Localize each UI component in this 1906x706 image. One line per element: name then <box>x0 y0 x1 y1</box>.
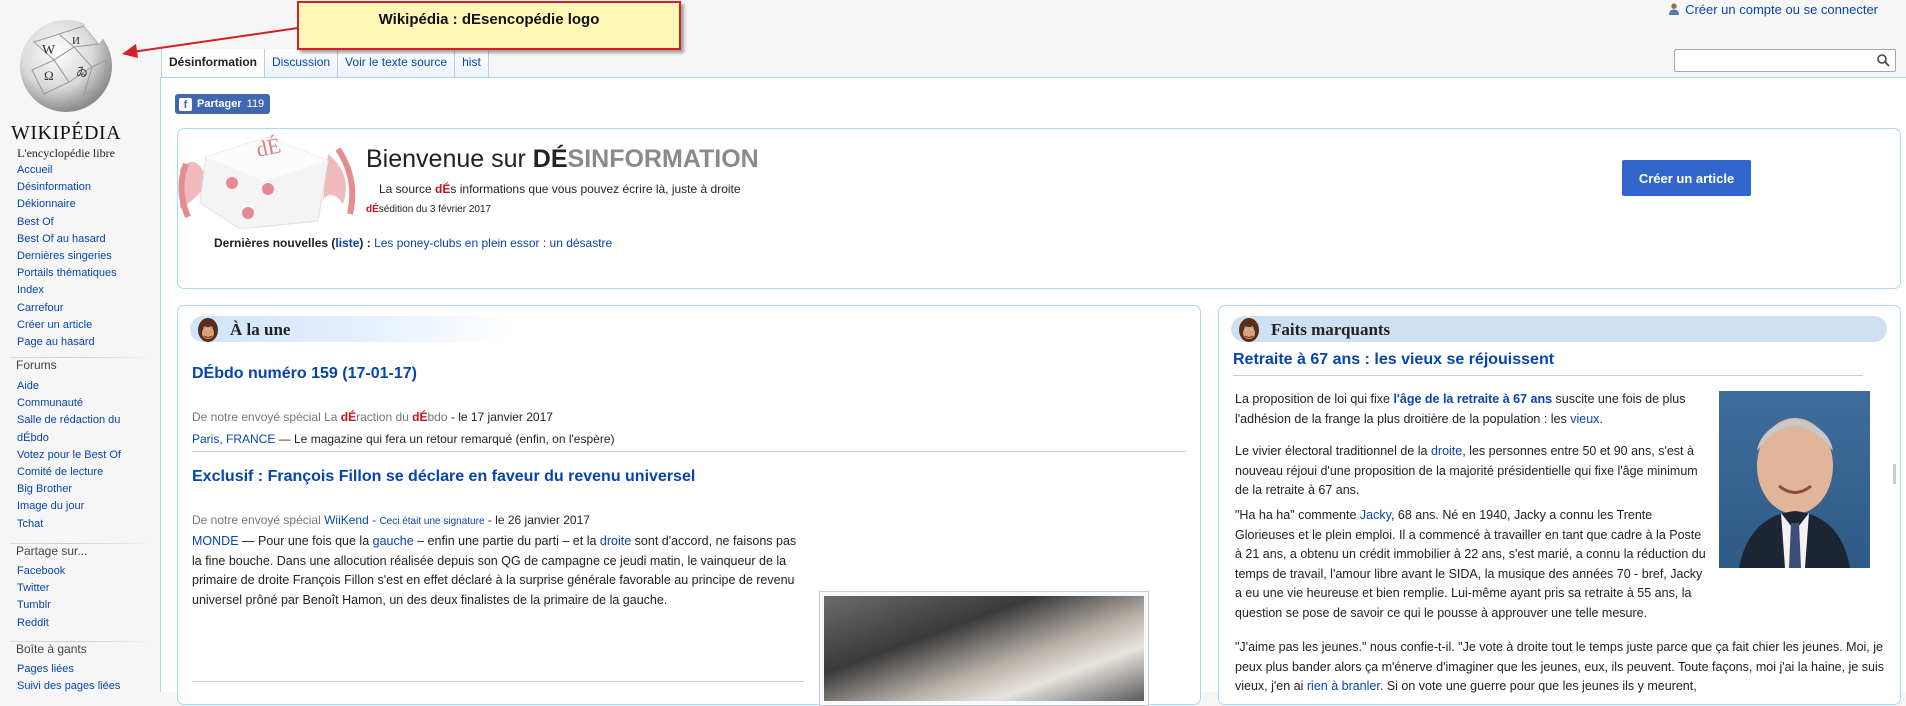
ape-head-icon <box>198 318 218 342</box>
fillon-photo[interactable] <box>819 591 1149 706</box>
old-man-portrait <box>1739 418 1850 568</box>
sidebar-item-debdo[interactable]: dÉbdo <box>17 430 121 447</box>
place-link[interactable]: Paris, FRANCE <box>192 432 275 446</box>
sidebar-item-best-of-hasard[interactable]: Best Of au hasard <box>17 231 117 248</box>
tab-voir-source[interactable]: Voir le texte source <box>338 49 456 77</box>
retraite-paragraph-2: Le vivier électoral traditionnel de la d… <box>1235 444 1698 497</box>
logo-wordmark: WIKIPÉDIA <box>10 122 122 144</box>
facebook-share-button[interactable]: f Partager 119 <box>175 94 271 114</box>
annotation-callout: Wikipédia : dEsencopédie logo <box>297 1 681 50</box>
divider <box>1233 375 1863 376</box>
faits-marquants-box: Faits marquants Retraite à 67 ans : les … <box>1218 305 1901 705</box>
article-fillon-body: MONDE — Pour une fois que la gauche – en… <box>192 534 797 607</box>
edition-date: dÉsédition du 3 février 2017 <box>366 204 492 215</box>
svg-text:W: W <box>42 43 56 58</box>
svg-text:И: И <box>72 35 80 47</box>
sidebar-main-nav: Accueil Désinformation Dékionnaire Best … <box>17 162 117 351</box>
sidebar-share-nav: Facebook Twitter Tumblr Reddit <box>17 563 65 632</box>
scrollbar-thumb[interactable] <box>1893 464 1896 484</box>
dice-logo-icon: dÉ <box>178 132 356 229</box>
article-fillon-title[interactable]: Exclusif : François Fillon se déclare en… <box>192 468 695 486</box>
sidebar-item-pages-liees[interactable]: Pages liées <box>17 661 120 678</box>
sidebar: W И Ω ゐ WIKIPÉDIA L'encyclopédie libre A… <box>0 0 160 692</box>
divider <box>192 681 804 682</box>
a-la-une-box: À la une DÉbdo numéro 159 (17-01-17) De … <box>177 305 1201 706</box>
author-link[interactable]: WiiKend <box>324 513 369 527</box>
svg-text:dÉ: dÉ <box>254 132 283 162</box>
article-debdo-title[interactable]: DÉbdo numéro 159 (17-01-17) <box>192 365 417 383</box>
create-article-button[interactable]: Créer un article <box>1622 160 1751 196</box>
sidebar-heading-forums[interactable]: Forums <box>16 358 57 372</box>
sidebar-item-tumblr[interactable]: Tumblr <box>17 597 65 614</box>
sidebar-heading-share[interactable]: Partage sur... <box>16 544 87 558</box>
news-list-link[interactable]: liste <box>335 236 359 250</box>
personal-tools: Créer un compte ou se connecter <box>1669 2 1878 17</box>
fillon-photo-image <box>824 596 1144 701</box>
sidebar-item-portails[interactable]: Portails thématiques <box>17 265 117 282</box>
latest-news-link[interactable]: Les poney-clubs en plein essor : un désa… <box>374 236 612 250</box>
a-la-une-header: À la une <box>190 316 510 342</box>
sidebar-item-index[interactable]: Index <box>17 282 117 299</box>
sidebar-heading-tools[interactable]: Boîte à gants <box>16 642 87 656</box>
retraite-title[interactable]: Retraite à 67 ans : les vieux se réjouis… <box>1233 351 1554 369</box>
sidebar-tools-nav: Pages liées Suivi des pages liées <box>17 661 120 695</box>
article-fillon-byline: De notre envoyé spécial WiiKend - Ceci é… <box>192 513 590 527</box>
callout-arrow-icon <box>122 27 299 58</box>
welcome-subtitle: La source dÉs informations que vous pouv… <box>379 182 741 196</box>
retraite-paragraph-3: "Ha ha ha" commente Jacky, 68 ans. Né en… <box>1235 508 1706 620</box>
sidebar-item-big-brother[interactable]: Big Brother <box>17 481 121 498</box>
sidebar-item-suivi-pages-liees[interactable]: Suivi des pages liées <box>17 678 120 695</box>
sidebar-item-creer-article[interactable]: Créer un article <box>17 317 117 334</box>
sidebar-item-reddit[interactable]: Reddit <box>17 615 65 632</box>
latest-news: Dernières nouvelles (liste) : Les poney-… <box>214 236 613 250</box>
retraite-paragraph-1: La proposition de loi qui fixe l'âge de … <box>1235 392 1686 426</box>
svg-text:Ω: Ω <box>44 68 54 83</box>
faits-marquants-header: Faits marquants <box>1231 316 1887 342</box>
sidebar-forums-nav: Aide Communauté Salle de rédaction du dÉ… <box>17 378 121 533</box>
tab-hist[interactable]: hist <box>455 49 489 77</box>
divider <box>192 451 1186 452</box>
signature-link[interactable]: Ceci était une signature <box>379 516 484 527</box>
sidebar-item-comite-lecture[interactable]: Comité de lecture <box>17 464 121 481</box>
sidebar-item-communaute[interactable]: Communauté <box>17 395 121 412</box>
share-label: Partager <box>197 98 242 110</box>
faits-marquants-title: Faits marquants <box>1271 320 1391 339</box>
sidebar-item-desinformation[interactable]: Désinformation <box>17 179 117 196</box>
logo-tagline: L'encyclopédie libre <box>17 146 115 160</box>
sidebar-item-aide[interactable]: Aide <box>17 378 121 395</box>
article-debdo-byline: De notre envoyé spécial La dÉraction du … <box>192 410 553 424</box>
sidebar-item-salle-redaction[interactable]: Salle de rédaction du <box>17 412 121 429</box>
sidebar-item-votez-best-of[interactable]: Votez pour le Best Of <box>17 447 121 464</box>
sidebar-item-tchat[interactable]: Tchat <box>17 516 121 533</box>
create-account-link[interactable]: Créer un compte ou se connecter <box>1685 2 1878 17</box>
welcome-title: Bienvenue sur DÉSINFORMATION <box>366 145 759 173</box>
sidebar-item-carrefour[interactable]: Carrefour <box>17 300 117 317</box>
sidebar-item-facebook[interactable]: Facebook <box>17 563 65 580</box>
retraite-paragraph-4: "J'aime pas les jeunes." nous confie-t-i… <box>1235 640 1884 693</box>
sidebar-item-accueil[interactable]: Accueil <box>17 162 117 179</box>
share-count: 119 <box>246 98 265 110</box>
welcome-box: dÉ Bienvenue sur DÉSINFORMATION La sourc… <box>177 128 1901 289</box>
svg-text:ゐ: ゐ <box>76 65 88 79</box>
sidebar-item-image-du-jour[interactable]: Image du jour <box>17 498 121 515</box>
sidebar-item-page-hasard[interactable]: Page au hasard <box>17 334 117 351</box>
user-icon <box>1669 3 1680 15</box>
search-input[interactable] <box>1674 49 1896 72</box>
article-debdo-summary: Paris, FRANCE — Le magazine qui fera un … <box>192 432 615 446</box>
sidebar-item-twitter[interactable]: Twitter <box>17 580 65 597</box>
sidebar-item-best-of[interactable]: Best Of <box>17 214 117 231</box>
wikipedia-globe-icon: W И Ω ゐ <box>20 18 112 112</box>
ape-head-icon <box>1239 318 1259 342</box>
old-man-photo[interactable] <box>1719 391 1870 568</box>
search-icon[interactable] <box>1877 54 1890 67</box>
site-logo[interactable]: W И Ω ゐ WIKIPÉDIA L'encyclopédie libre <box>4 12 128 160</box>
sidebar-item-dektionnaire[interactable]: Dékionnaire <box>17 196 117 213</box>
facebook-icon: f <box>179 97 192 111</box>
sidebar-item-dernieres-singeries[interactable]: Dernières singeries <box>17 248 117 265</box>
main-content: f Partager 119 dÉ Bienvenue sur DÉSINFOR… <box>160 77 1906 706</box>
a-la-une-title: À la une <box>230 320 291 339</box>
